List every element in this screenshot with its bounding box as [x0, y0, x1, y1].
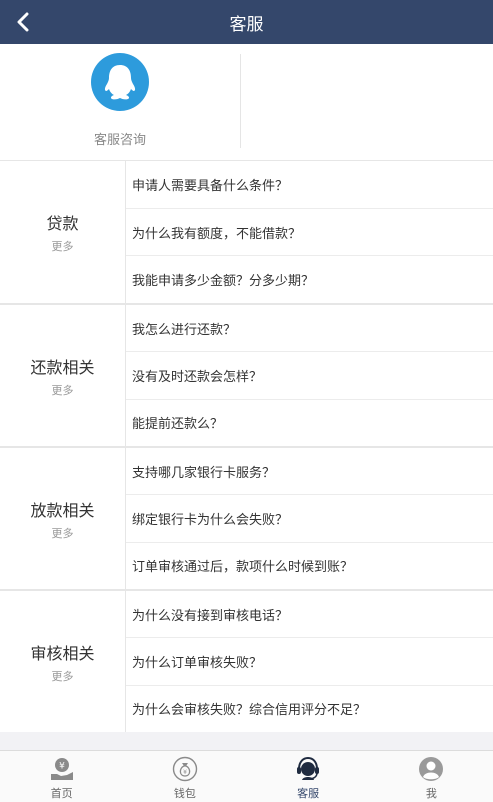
- tab-label: 首页: [50, 787, 73, 800]
- page-title: 客服: [229, 14, 264, 35]
- question-list: 我怎么进行还款？ 没有及时还款会怎样？ 能提前还款么？: [126, 305, 493, 446]
- chevron-left-icon: [17, 12, 29, 32]
- more-link[interactable]: 更多: [52, 525, 74, 541]
- faq-question[interactable]: 为什么我有额度，不能借款？: [126, 209, 493, 257]
- faq-question[interactable]: 为什么会审核失败？综合信用评分不足？: [126, 686, 493, 732]
- more-link[interactable]: 更多: [52, 238, 74, 254]
- faq-question[interactable]: 支持哪几家银行卡服务？: [126, 448, 493, 496]
- faq-question[interactable]: 能提前还款么？: [126, 400, 493, 446]
- svg-text:¥: ¥: [59, 762, 65, 772]
- category-repayment[interactable]: 还款相关 更多: [0, 305, 126, 446]
- question-list: 申请人需要具备什么条件？ 为什么我有额度，不能借款？ 我能申请多少金额？分多少期…: [126, 161, 493, 303]
- header-bar: 客服: [0, 0, 493, 44]
- faq-section-review: 审核相关 更多 为什么没有接到审核电话？ 为什么订单审核失败？ 为什么会审核失败…: [0, 589, 493, 732]
- service-panel: 客服咨询: [0, 44, 493, 160]
- faq-question[interactable]: 申请人需要具备什么条件？: [126, 161, 493, 209]
- faq-question[interactable]: 绑定银行卡为什么会失败？: [126, 495, 493, 543]
- service-consult-label: 客服咨询: [93, 133, 146, 148]
- question-list: 为什么没有接到审核电话？ 为什么订单审核失败？ 为什么会审核失败？综合信用评分不…: [126, 591, 493, 732]
- tab-home[interactable]: ¥ 首页: [0, 751, 123, 802]
- category-title: 贷款: [46, 214, 79, 233]
- faq-question[interactable]: 我怎么进行还款？: [126, 305, 493, 353]
- category-disbursement[interactable]: 放款相关 更多: [0, 448, 126, 589]
- faq-question[interactable]: 为什么没有接到审核电话？: [126, 591, 493, 639]
- more-link[interactable]: 更多: [52, 382, 74, 398]
- back-button[interactable]: [10, 9, 36, 35]
- bottom-tab-bar: ¥ 首页 ¥ 钱包 客服 我: [0, 750, 493, 802]
- faq-section-disbursement: 放款相关 更多 支持哪几家银行卡服务？ 绑定银行卡为什么会失败？ 订单审核通过后…: [0, 446, 493, 589]
- faq-question[interactable]: 我能申请多少金额？分多少期？: [126, 256, 493, 303]
- faq-section-loan: 贷款 更多 申请人需要具备什么条件？ 为什么我有额度，不能借款？ 我能申请多少金…: [0, 160, 493, 303]
- customer-service-icon: [294, 755, 322, 783]
- tab-wallet[interactable]: ¥ 钱包: [123, 751, 246, 802]
- faq-question[interactable]: 为什么订单审核失败？: [126, 638, 493, 686]
- divider: [240, 54, 241, 148]
- faq-section-repayment: 还款相关 更多 我怎么进行还款？ 没有及时还款会怎样？ 能提前还款么？: [0, 303, 493, 446]
- tab-label: 我: [425, 787, 437, 800]
- faq-list: 贷款 更多 申请人需要具备什么条件？ 为什么我有额度，不能借款？ 我能申请多少金…: [0, 160, 493, 732]
- wallet-bag-icon: ¥: [171, 755, 199, 783]
- category-title: 还款相关: [30, 357, 95, 377]
- tab-label: 客服: [297, 787, 320, 800]
- question-list: 支持哪几家银行卡服务？ 绑定银行卡为什么会失败？ 订单审核通过后，款项什么时候到…: [126, 448, 493, 589]
- faq-question[interactable]: 订单审核通过后，款项什么时候到账？: [126, 543, 493, 589]
- svg-text:¥: ¥: [183, 769, 187, 776]
- qq-icon: [91, 53, 149, 111]
- category-review[interactable]: 审核相关 更多: [0, 591, 126, 732]
- category-title: 审核相关: [30, 643, 95, 663]
- category-loan[interactable]: 贷款 更多: [0, 161, 126, 303]
- customer-service-consult-button[interactable]: 客服咨询: [0, 44, 240, 160]
- category-title: 放款相关: [30, 500, 95, 520]
- tab-me[interactable]: 我: [370, 751, 493, 802]
- tab-customer-service[interactable]: 客服: [247, 751, 370, 802]
- more-link[interactable]: 更多: [52, 668, 74, 684]
- faq-question[interactable]: 没有及时还款会怎样？: [126, 352, 493, 400]
- user-icon: [417, 755, 445, 783]
- tab-label: 钱包: [173, 787, 196, 800]
- home-money-icon: ¥: [48, 755, 76, 783]
